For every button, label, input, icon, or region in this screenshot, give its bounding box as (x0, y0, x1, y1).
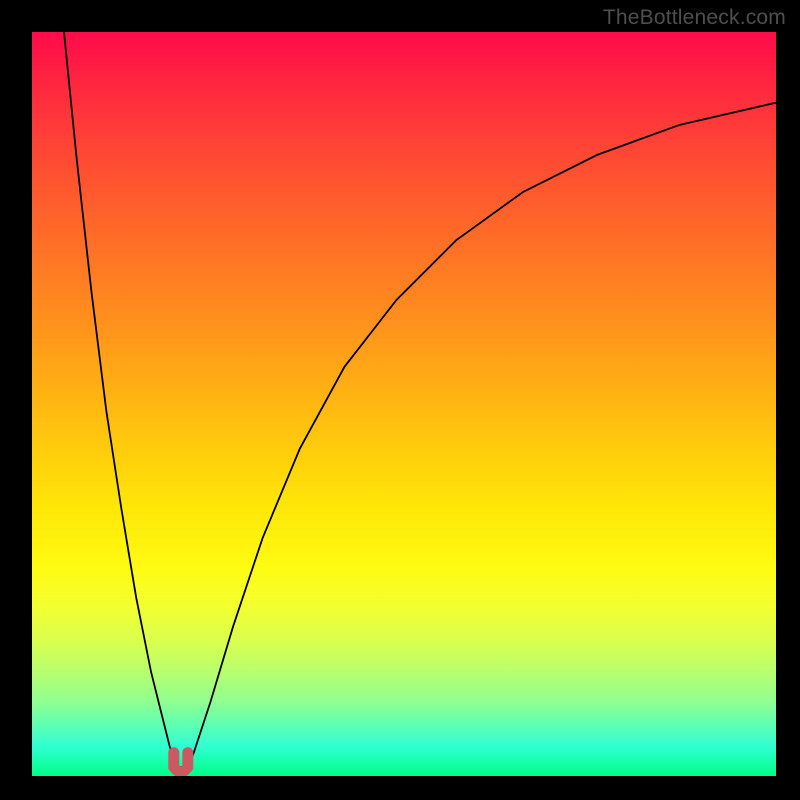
plot-area (32, 32, 776, 776)
bottleneck-curve (64, 32, 776, 767)
chart-svg (32, 32, 776, 776)
outer-frame: TheBottleneck.com (0, 0, 800, 800)
minimum-marker-icon (174, 753, 188, 772)
watermark-text: TheBottleneck.com (603, 6, 786, 30)
